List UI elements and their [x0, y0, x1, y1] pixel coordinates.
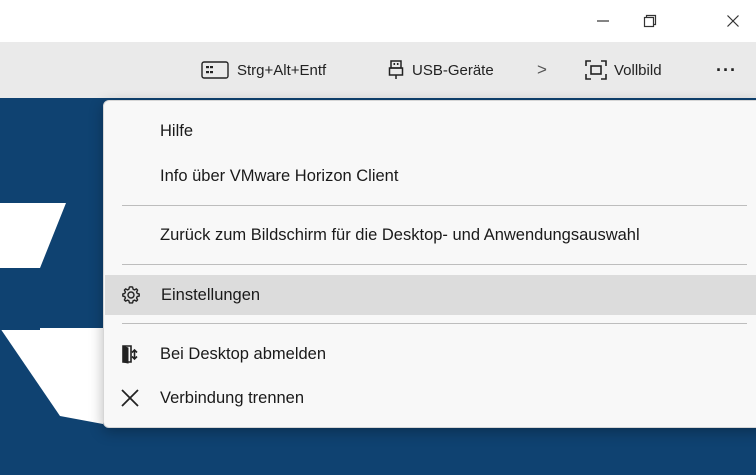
menu-separator: [122, 323, 747, 324]
menu-item-label: Info über VMware Horizon Client: [160, 166, 399, 185]
menu-item-about[interactable]: Info über VMware Horizon Client: [104, 156, 756, 196]
more-icon: ···: [716, 59, 737, 80]
minimize-button[interactable]: [580, 0, 626, 42]
options-menu: Hilfe Info über VMware Horizon Client Zu…: [103, 100, 756, 428]
minimize-icon: [597, 20, 609, 22]
usb-devices-label: USB-Geräte: [412, 61, 494, 79]
menu-item-label: Bei Desktop abmelden: [160, 344, 327, 363]
menu-separator: [122, 205, 747, 206]
next-chevron-button[interactable]: >: [537, 42, 547, 98]
usb-icon: [388, 60, 404, 79]
menu-item-back-to-selection[interactable]: Zurück zum Bildschirm für die Desktop- u…: [104, 215, 756, 255]
menu-item-help[interactable]: Hilfe: [104, 111, 756, 151]
close-icon: [121, 389, 139, 407]
keyboard-icon: [201, 61, 229, 79]
menu-item-label: Einstellungen: [161, 285, 261, 304]
fullscreen-icon: [585, 60, 607, 80]
more-options-button[interactable]: ···: [716, 42, 737, 98]
restore-button[interactable]: [627, 0, 673, 42]
fullscreen-label: Vollbild: [614, 61, 662, 79]
menu-item-label: Verbindung trennen: [160, 388, 305, 407]
menu-item-label: Hilfe: [160, 121, 194, 140]
menu-item-label: Zurück zum Bildschirm für die Desktop- u…: [160, 225, 640, 244]
gear-icon: [122, 286, 140, 304]
menu-item-logoff[interactable]: Bei Desktop abmelden: [104, 334, 756, 374]
logoff-icon: [122, 345, 138, 364]
menu-separator: [122, 264, 747, 265]
ctrl-alt-del-button[interactable]: Strg+Alt+Entf: [201, 42, 326, 98]
chevron-right-icon: >: [537, 60, 547, 79]
close-icon: [727, 15, 739, 27]
fullscreen-button[interactable]: Vollbild: [585, 42, 662, 98]
menu-item-disconnect[interactable]: Verbindung trennen: [104, 378, 756, 418]
restore-icon: [643, 14, 657, 28]
close-window-button[interactable]: [710, 0, 756, 42]
ctrl-alt-del-label: Strg+Alt+Entf: [237, 61, 327, 79]
menu-item-settings[interactable]: Einstellungen: [105, 275, 756, 315]
window-titlebar: [0, 0, 756, 42]
horizon-toolbar: Strg+Alt+Entf USB-Geräte > Vollbild ···: [0, 42, 756, 98]
usb-devices-button[interactable]: USB-Geräte: [388, 42, 494, 98]
